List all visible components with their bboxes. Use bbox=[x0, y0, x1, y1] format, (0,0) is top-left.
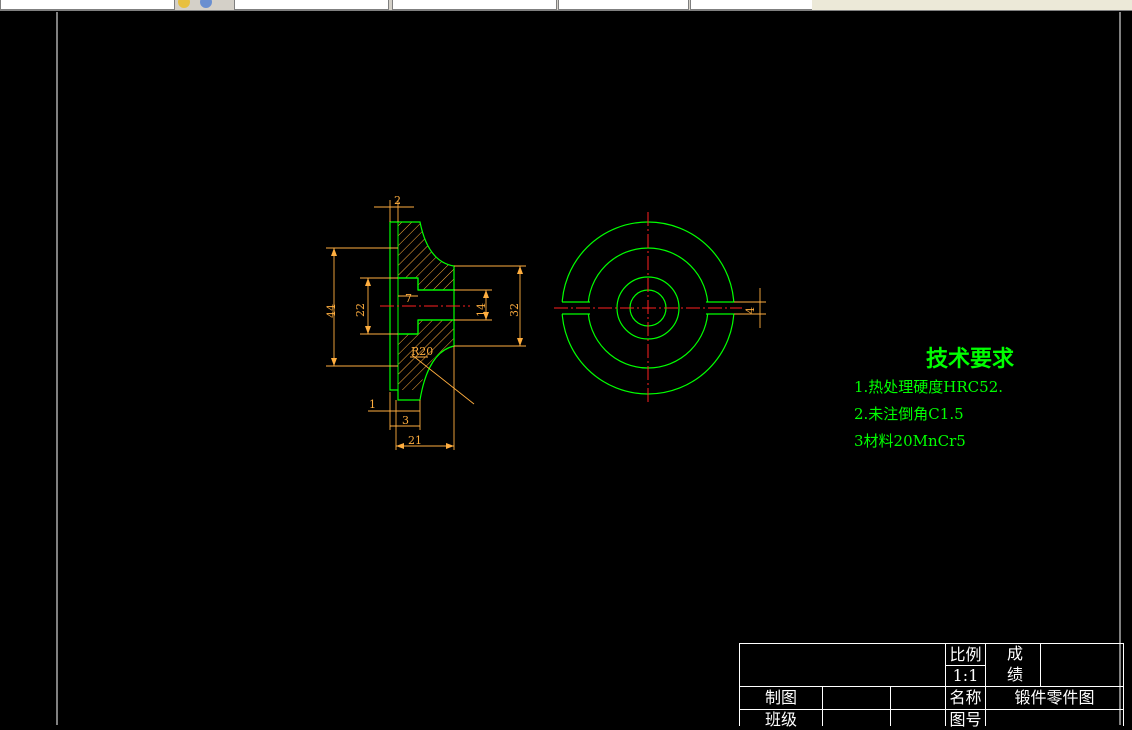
drawing-no-label: 图号 bbox=[949, 710, 982, 729]
layer-dropdown[interactable] bbox=[0, 0, 175, 10]
dim-2: 2 bbox=[394, 194, 401, 207]
toolbar-empty-area bbox=[812, 0, 1132, 10]
dim-21: 21 bbox=[408, 434, 422, 447]
plotstyle-dropdown[interactable] bbox=[690, 0, 813, 10]
front-view: 4 bbox=[554, 212, 766, 402]
dim-r20: R20 bbox=[411, 345, 433, 358]
title-block: 比例 1:1 成 绩 制图 名称 锻件零件图 班级 图号 bbox=[739, 643, 1124, 729]
notes-title: 技术要求 bbox=[926, 346, 1015, 372]
dim-1: 1 bbox=[369, 398, 376, 411]
dim-4: 4 bbox=[744, 307, 757, 314]
drawn-by-label: 制图 bbox=[764, 688, 797, 707]
layer-state-icon[interactable] bbox=[178, 0, 190, 8]
dim-14: 14 bbox=[475, 303, 488, 317]
color-dropdown[interactable] bbox=[234, 0, 389, 10]
scale-value: 1:1 bbox=[952, 666, 979, 685]
class-label: 班级 bbox=[764, 710, 797, 729]
grade-label-1: 成 bbox=[1006, 644, 1023, 663]
note-item-1: 1.热处理硬度HRC52. bbox=[854, 378, 1004, 396]
dim-22: 22 bbox=[354, 303, 367, 317]
layer-manager-icon[interactable] bbox=[200, 0, 212, 8]
cad-toolbar bbox=[0, 0, 1132, 11]
bore-hole bbox=[419, 291, 453, 319]
note-item-3: 3材料20MnCr5 bbox=[854, 432, 966, 450]
dim-7: 7 bbox=[405, 292, 412, 305]
linetype-dropdown[interactable] bbox=[392, 0, 557, 10]
dim-32: 32 bbox=[508, 303, 521, 317]
scale-label: 比例 bbox=[949, 645, 982, 664]
lineweight-dropdown[interactable] bbox=[558, 0, 689, 10]
dim-3: 3 bbox=[402, 414, 409, 427]
technical-requirements: 技术要求 1.热处理硬度HRC52. 2.未注倒角C1.5 3材料20MnCr5 bbox=[848, 344, 1014, 455]
dim-44: 44 bbox=[325, 304, 338, 318]
section-view bbox=[380, 221, 470, 401]
part-name-value: 锻件零件图 bbox=[1014, 688, 1095, 707]
name-label: 名称 bbox=[949, 688, 982, 707]
grade-label-2: 绩 bbox=[1006, 665, 1023, 684]
note-item-2: 2.未注倒角C1.5 bbox=[854, 405, 964, 423]
